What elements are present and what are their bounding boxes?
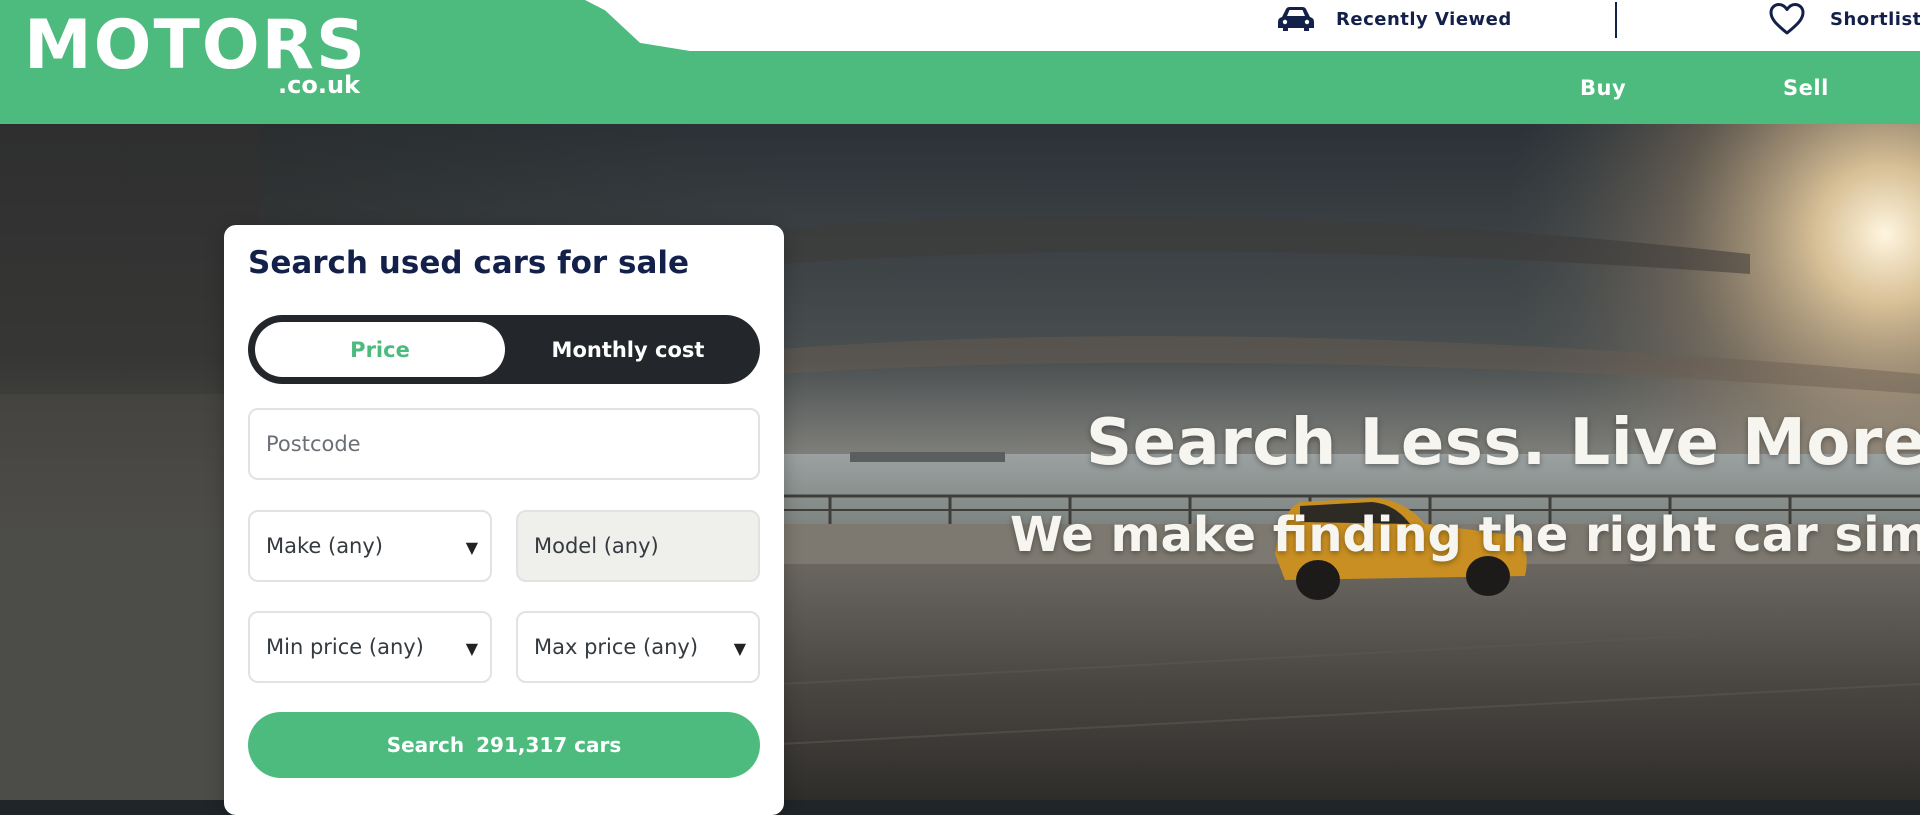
hero-subheadline: We make finding the right car simple bbox=[1010, 507, 1920, 563]
max-price-select[interactable]: Max price (any) ▼ bbox=[516, 611, 760, 683]
price-mode-toggle: Price Monthly cost bbox=[248, 315, 760, 384]
chevron-down-icon: ▼ bbox=[465, 538, 478, 557]
site-header: MOTORS .co.uk Recently Viewed Shortlist … bbox=[0, 0, 1920, 124]
model-select: Model (any) bbox=[516, 510, 760, 582]
make-select[interactable]: Make (any) ▼ bbox=[248, 510, 492, 582]
search-panel: Search used cars for sale Price Monthly … bbox=[224, 225, 784, 815]
heart-icon bbox=[1769, 3, 1805, 35]
recently-viewed-label: Recently Viewed bbox=[1336, 8, 1512, 30]
make-select-value: Make (any) bbox=[266, 534, 383, 558]
shortlist-label: Shortlist bbox=[1830, 8, 1920, 30]
toggle-monthly-cost-option[interactable]: Monthly cost bbox=[503, 322, 753, 377]
motors-logo[interactable]: MOTORS .co.uk bbox=[24, 12, 365, 102]
chevron-down-icon: ▼ bbox=[465, 639, 478, 658]
max-price-value: Max price (any) bbox=[534, 635, 699, 659]
postcode-input[interactable]: Postcode bbox=[248, 408, 760, 480]
min-price-value: Min price (any) bbox=[266, 635, 424, 659]
postcode-placeholder: Postcode bbox=[266, 432, 361, 456]
nav-sell[interactable]: Sell bbox=[1783, 76, 1829, 100]
hero-headline: Search Less. Live More. bbox=[1086, 406, 1920, 480]
recently-viewed-link[interactable]: Recently Viewed bbox=[1276, 0, 1512, 38]
search-button-count: 291,317 cars bbox=[476, 733, 622, 757]
nav-buy[interactable]: Buy bbox=[1580, 76, 1626, 100]
shortlist-link[interactable]: Shortlist bbox=[1768, 0, 1920, 38]
toggle-price-option[interactable]: Price bbox=[255, 322, 505, 377]
logo-wordmark: MOTORS bbox=[24, 6, 368, 85]
model-select-value: Model (any) bbox=[534, 534, 659, 558]
search-button[interactable]: Search 291,317 cars bbox=[248, 712, 760, 778]
car-icon bbox=[1278, 7, 1314, 31]
search-panel-title: Search used cars for sale bbox=[248, 245, 690, 281]
search-button-label: Search bbox=[386, 733, 465, 757]
min-price-select[interactable]: Min price (any) ▼ bbox=[248, 611, 492, 683]
chevron-down-icon: ▼ bbox=[733, 639, 746, 658]
header-divider bbox=[1615, 2, 1617, 38]
logo-domain: .co.uk bbox=[278, 71, 360, 99]
